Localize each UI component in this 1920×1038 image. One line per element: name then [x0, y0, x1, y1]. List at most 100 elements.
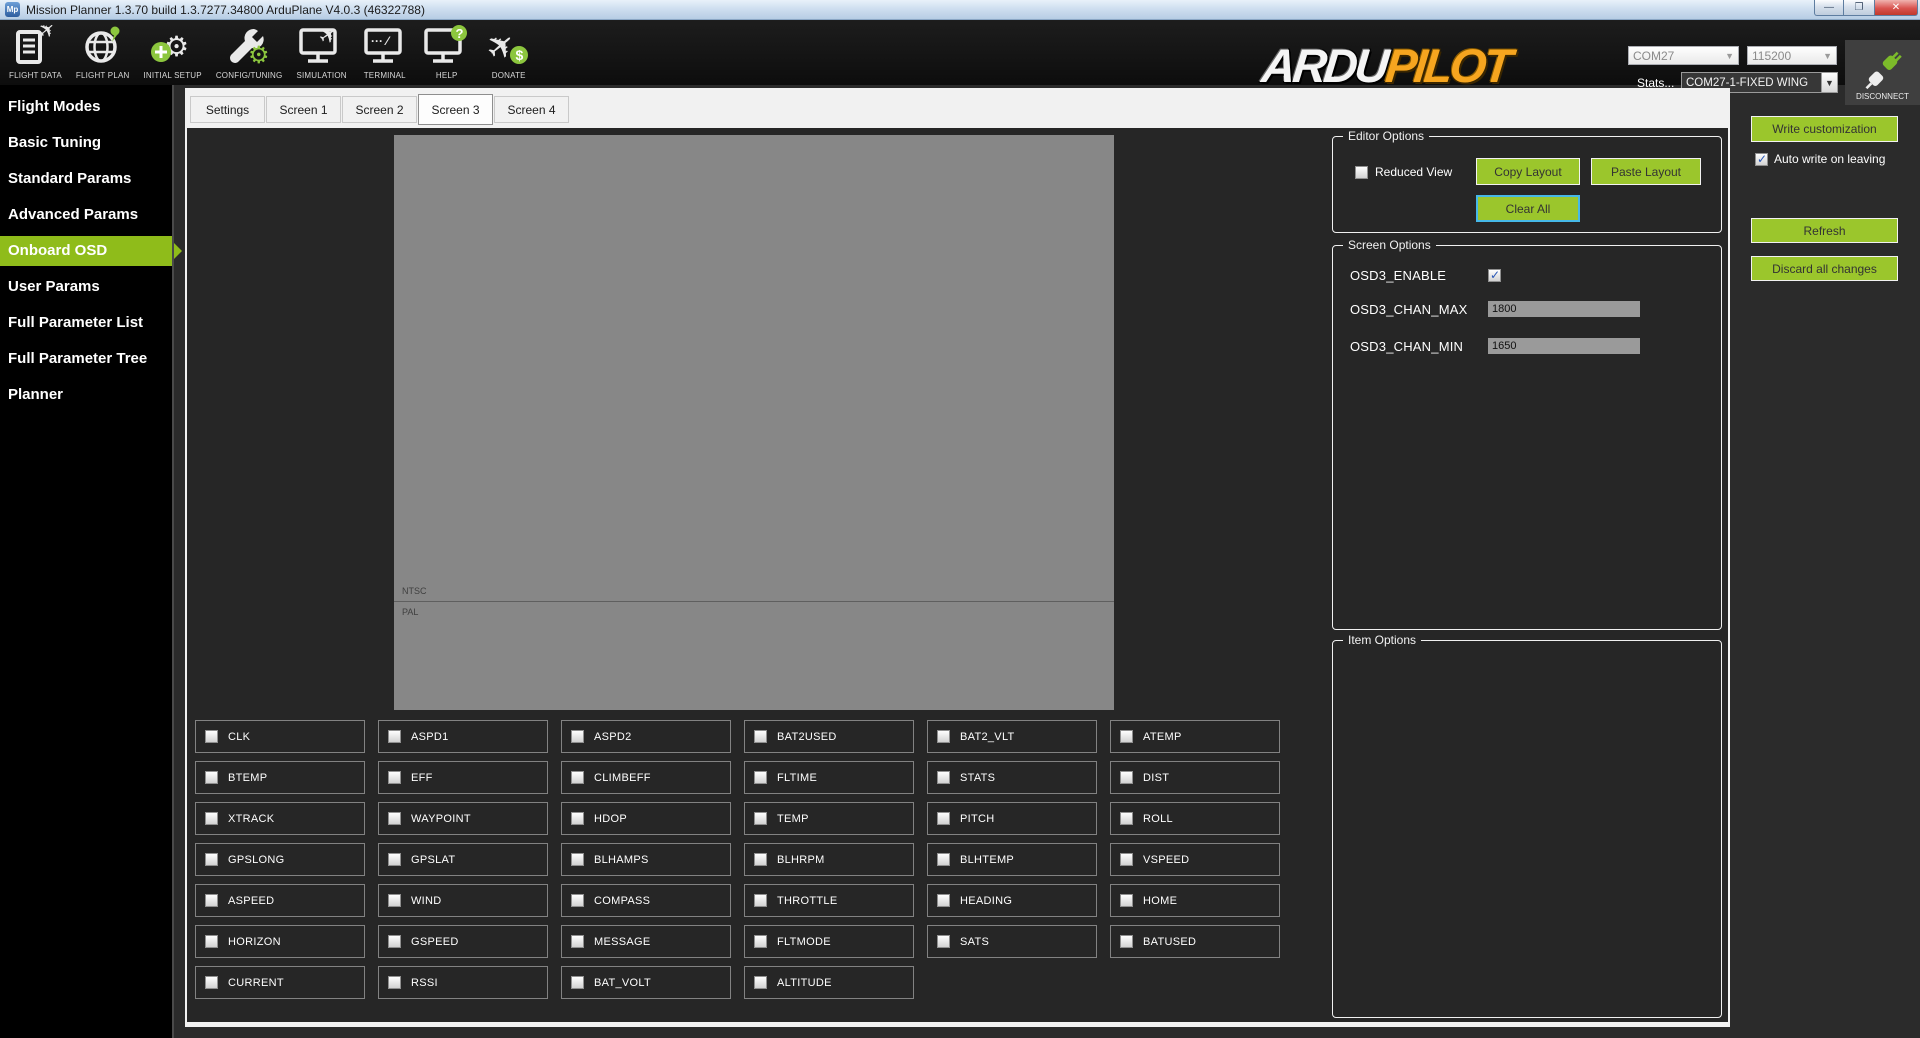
sidebar-item-advanced-params[interactable]: Advanced Params [0, 200, 172, 230]
sidebar-item-standard-params[interactable]: Standard Params [0, 164, 172, 194]
osd-item-vspeed[interactable]: VSPEED [1110, 843, 1280, 876]
osd-item-dist[interactable]: DIST [1110, 761, 1280, 794]
copy-layout-button[interactable]: Copy Layout [1476, 158, 1580, 185]
tab-settings[interactable]: Settings [190, 96, 265, 123]
toolbar-initial-setup[interactable]: ⚙ INITIAL SETUP [137, 22, 209, 83]
osd-item-throttle[interactable]: THROTTLE [744, 884, 914, 917]
auto-write-option[interactable]: Auto write on leaving [1755, 152, 1885, 166]
toolbar-terminal[interactable]: ··· ⁄ TERMINAL [354, 22, 416, 83]
sidebar-item-onboard-osd[interactable]: Onboard OSD [0, 236, 172, 266]
osd-item-current[interactable]: CURRENT [195, 966, 365, 999]
osd-item-gspeed[interactable]: GSPEED [378, 925, 548, 958]
tab-screen-2[interactable]: Screen 2 [342, 96, 417, 123]
checkbox-icon[interactable] [388, 976, 401, 989]
checkbox-icon[interactable] [937, 730, 950, 743]
checkbox-icon[interactable] [388, 853, 401, 866]
checkbox-icon[interactable] [388, 730, 401, 743]
checkbox-icon[interactable] [388, 771, 401, 784]
checkbox-icon[interactable] [571, 771, 584, 784]
osd-item-gpslong[interactable]: GPSLONG [195, 843, 365, 876]
osd-item-stats[interactable]: STATS [927, 761, 1097, 794]
osd-item-atemp[interactable]: ATEMP [1110, 720, 1280, 753]
sidebar-item-planner[interactable]: Planner [0, 380, 172, 410]
checkbox-icon[interactable] [754, 771, 767, 784]
checkbox-icon[interactable] [937, 935, 950, 948]
sidebar-item-user-params[interactable]: User Params [0, 272, 172, 302]
checkbox-icon[interactable] [1120, 935, 1133, 948]
checkbox-icon[interactable] [754, 935, 767, 948]
osd-item-message[interactable]: MESSAGE [561, 925, 731, 958]
discard-all-changes-button[interactable]: Discard all changes [1751, 256, 1898, 281]
checkbox-icon[interactable] [1120, 894, 1133, 907]
checkbox-icon[interactable] [571, 730, 584, 743]
toolbar-donate[interactable]: ✈ $ DONATE [478, 22, 540, 83]
checkbox-icon[interactable] [571, 853, 584, 866]
sidebar-item-flight-modes[interactable]: Flight Modes [0, 92, 172, 122]
checkbox-icon[interactable] [571, 894, 584, 907]
checkbox-icon[interactable] [937, 812, 950, 825]
osd-item-gpslat[interactable]: GPSLAT [378, 843, 548, 876]
sidebar-item-basic-tuning[interactable]: Basic Tuning [0, 128, 172, 158]
osd-item-pitch[interactable]: PITCH [927, 802, 1097, 835]
write-customization-button[interactable]: Write customization [1751, 116, 1898, 142]
osd-item-blhrpm[interactable]: BLHRPM [744, 843, 914, 876]
checkbox-icon[interactable] [571, 812, 584, 825]
paste-layout-button[interactable]: Paste Layout [1591, 158, 1701, 185]
checkbox-icon[interactable] [388, 935, 401, 948]
osd-item-compass[interactable]: COMPASS [561, 884, 731, 917]
checkbox-icon[interactable] [205, 853, 218, 866]
checkbox-icon[interactable] [754, 894, 767, 907]
osd-item-roll[interactable]: ROLL [1110, 802, 1280, 835]
osd-item-blhtemp[interactable]: BLHTEMP [927, 843, 1097, 876]
toolbar-config-tuning[interactable]: ⚙ CONFIG/TUNING [209, 22, 290, 83]
toolbar-simulation[interactable]: ✈ SIMULATION [289, 22, 353, 83]
checkbox-icon[interactable] [1120, 771, 1133, 784]
checkbox-icon[interactable] [571, 976, 584, 989]
osd-item-btemp[interactable]: BTEMP [195, 761, 365, 794]
checkbox-icon[interactable] [1120, 730, 1133, 743]
osd-item-bat2used[interactable]: BAT2USED [744, 720, 914, 753]
osd-item-heading[interactable]: HEADING [927, 884, 1097, 917]
baud-rate-select[interactable]: 115200 ▼ [1747, 46, 1837, 65]
tab-screen-4[interactable]: Screen 4 [494, 96, 569, 123]
osd-item-eff[interactable]: EFF [378, 761, 548, 794]
refresh-button[interactable]: Refresh [1751, 218, 1898, 243]
tab-screen-3[interactable]: Screen 3 [418, 94, 493, 125]
checkbox-icon[interactable] [1120, 812, 1133, 825]
checkbox-icon[interactable] [937, 771, 950, 784]
checkbox-icon[interactable] [754, 853, 767, 866]
osd-item-temp[interactable]: TEMP [744, 802, 914, 835]
sidebar-item-full-parameter-list[interactable]: Full Parameter List [0, 308, 172, 338]
osd-item-aspeed[interactable]: ASPEED [195, 884, 365, 917]
osd-item-climbeff[interactable]: CLIMBEFF [561, 761, 731, 794]
sidebar-item-full-parameter-tree[interactable]: Full Parameter Tree [0, 344, 172, 374]
osd-item-batused[interactable]: BATUSED [1110, 925, 1280, 958]
osd-item-home[interactable]: HOME [1110, 884, 1280, 917]
osd3-chan-max-field[interactable] [1488, 301, 1640, 317]
checkbox-icon[interactable] [937, 894, 950, 907]
checkbox-icon[interactable] [205, 976, 218, 989]
toolbar-flight-plan[interactable]: FLIGHT PLAN [69, 22, 137, 83]
osd-item-fltmode[interactable]: FLTMODE [744, 925, 914, 958]
disconnect-button[interactable]: DISCONNECT [1845, 40, 1920, 105]
com-port-select[interactable]: COM27 ▼ [1628, 46, 1739, 65]
checkbox-icon[interactable] [205, 771, 218, 784]
osd-item-clk[interactable]: CLK [195, 720, 365, 753]
checkbox-icon[interactable] [937, 853, 950, 866]
toolbar-help[interactable]: ? HELP [416, 22, 478, 83]
auto-write-checkbox[interactable] [1755, 153, 1768, 166]
tab-screen-1[interactable]: Screen 1 [266, 96, 341, 123]
osd-item-rssi[interactable]: RSSI [378, 966, 548, 999]
checkbox-icon[interactable] [205, 730, 218, 743]
osd-item-horizon[interactable]: HORIZON [195, 925, 365, 958]
clear-all-button[interactable]: Clear All [1476, 195, 1580, 222]
restore-button[interactable]: ❐ [1844, 0, 1875, 16]
close-button[interactable]: ✕ [1875, 0, 1918, 16]
toolbar-flight-data[interactable]: ✈ FLIGHT DATA [2, 22, 69, 83]
osd-preview-canvas[interactable]: NTSC PAL [394, 135, 1114, 710]
osd-item-bat2_vlt[interactable]: BAT2_VLT [927, 720, 1097, 753]
checkbox-icon[interactable] [754, 730, 767, 743]
checkbox-icon[interactable] [388, 894, 401, 907]
checkbox-icon[interactable] [754, 976, 767, 989]
osd-item-xtrack[interactable]: XTRACK [195, 802, 365, 835]
